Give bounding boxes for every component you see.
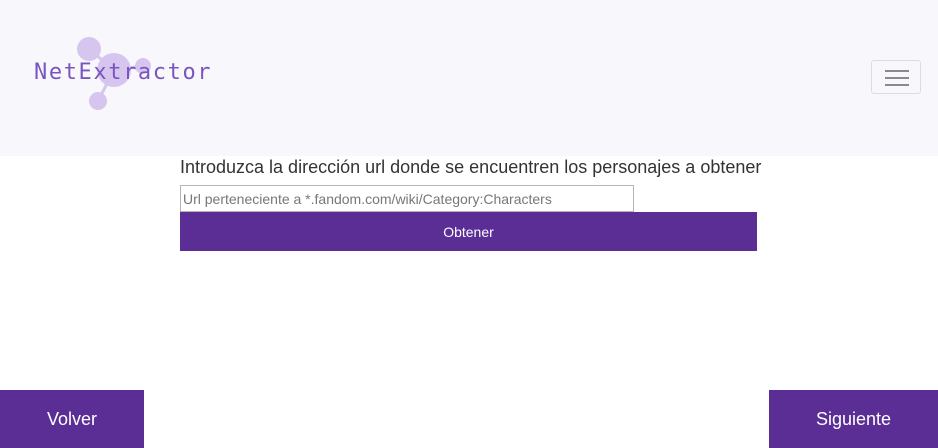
- brand-logo[interactable]: NetExtractor: [30, 34, 211, 114]
- obtener-button[interactable]: Obtener: [180, 212, 757, 251]
- menu-toggle-button[interactable]: [871, 60, 921, 94]
- next-button[interactable]: Siguiente: [769, 390, 938, 448]
- brand-name: NetExtractor: [34, 60, 213, 85]
- url-input[interactable]: [180, 185, 634, 212]
- navbar: NetExtractor: [0, 0, 938, 156]
- back-button[interactable]: Volver: [0, 390, 144, 448]
- url-prompt-label: Introduzca la dirección url donde se enc…: [180, 157, 762, 177]
